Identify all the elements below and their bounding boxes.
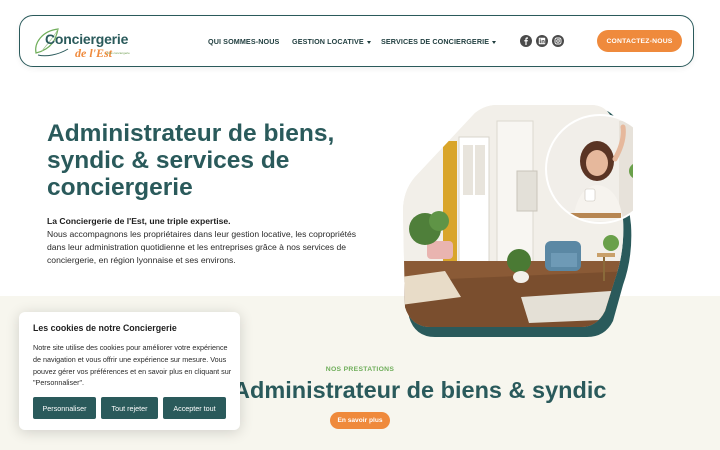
page: Conciergerie de l'Est votre conciergerie… bbox=[0, 0, 720, 450]
hero-text: Nous accompagnons les propriétaires dans… bbox=[47, 229, 357, 265]
hero-title: Administrateur de biens, syndic & servic… bbox=[47, 120, 335, 201]
cookie-title: Les cookies de notre Conciergerie bbox=[33, 323, 177, 333]
hero-lead: La Conciergerie de l'Est, une triple exp… bbox=[47, 216, 231, 226]
facebook-icon[interactable] bbox=[520, 35, 532, 47]
nav-item-qui-sommes-nous[interactable]: QUI SOMMES-NOUS bbox=[208, 37, 279, 46]
site-logo[interactable]: Conciergerie de l'Est votre conciergerie bbox=[32, 21, 152, 63]
logo-name: Conciergerie bbox=[45, 31, 129, 47]
cookie-banner: Les cookies de notre Conciergerie Notre … bbox=[19, 312, 240, 430]
cookie-text: Notre site utilise des cookies pour amél… bbox=[33, 343, 232, 388]
instagram-icon[interactable] bbox=[552, 35, 564, 47]
nav-item-label: SERVICES DE CONCIERGERIE bbox=[381, 37, 490, 46]
contact-button[interactable]: CONTACTEZ-NOUS bbox=[597, 30, 682, 52]
linkedin-icon[interactable] bbox=[536, 35, 548, 47]
accept-cookies-button[interactable]: Accepter tout bbox=[163, 397, 226, 419]
nav-item-label: QUI SOMMES-NOUS bbox=[208, 37, 280, 46]
customize-cookies-button[interactable]: Personnaliser bbox=[33, 397, 96, 419]
chevron-down-icon bbox=[366, 40, 371, 44]
nav-item-label: GESTION LOCATIVE bbox=[292, 37, 364, 46]
learn-more-button[interactable]: En savoir plus bbox=[330, 412, 390, 429]
chevron-down-icon bbox=[492, 40, 497, 44]
nav-item-gestion-locative[interactable]: GESTION LOCATIVE bbox=[292, 37, 371, 46]
site-header: Conciergerie de l'Est votre conciergerie… bbox=[19, 15, 694, 67]
section-title: Administrateur de biens & syndic bbox=[233, 377, 607, 403]
hero-image bbox=[403, 105, 633, 337]
logo-tagline: votre conciergerie bbox=[106, 51, 130, 55]
nav-item-services-conciergerie[interactable]: SERVICES DE CONCIERGERIE bbox=[381, 37, 497, 46]
reject-cookies-button[interactable]: Tout rejeter bbox=[101, 397, 158, 419]
